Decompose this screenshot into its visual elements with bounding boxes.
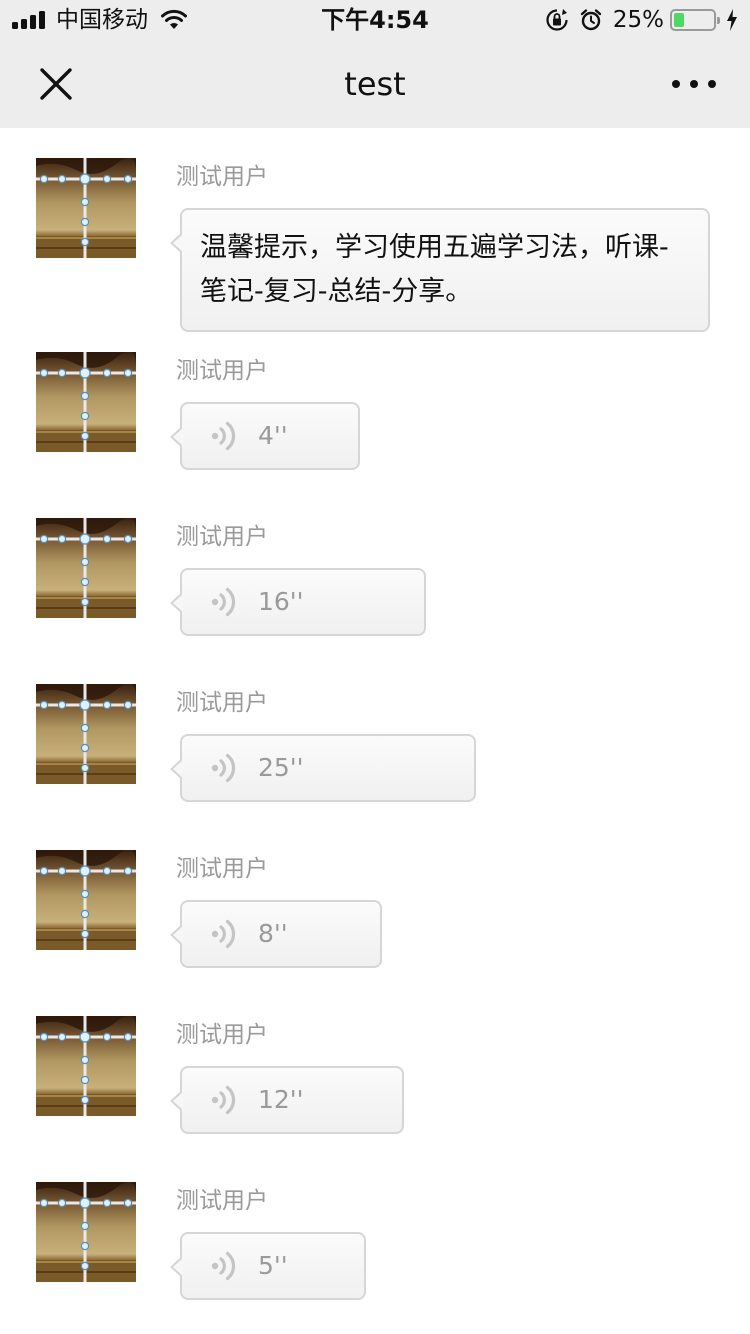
- sender-name: 测试用户: [176, 1022, 268, 1048]
- sender-name: 测试用户: [176, 164, 268, 190]
- sender-name: 测试用户: [176, 1188, 268, 1214]
- sender-name: 测试用户: [176, 856, 268, 882]
- nav-bar: test: [0, 40, 750, 128]
- battery-percent: 25%: [612, 7, 664, 33]
- voice-message-bubble[interactable]: 5'': [170, 1232, 366, 1300]
- voice-message-bubble[interactable]: 12'': [170, 1066, 404, 1134]
- avatar[interactable]: [36, 158, 136, 258]
- voice-duration: 16'': [258, 587, 304, 616]
- alarm-icon: [580, 9, 602, 31]
- rotation-lock-icon: [546, 9, 568, 31]
- page-title: test: [344, 65, 406, 103]
- avatar[interactable]: [36, 1016, 136, 1116]
- avatar[interactable]: [36, 850, 136, 950]
- voice-icon: [210, 585, 240, 619]
- sender-name: 测试用户: [176, 358, 268, 384]
- voice-icon: [210, 1249, 240, 1283]
- voice-message-bubble[interactable]: 25'': [170, 734, 476, 802]
- battery-fill: [674, 13, 684, 27]
- voice-duration: 4'': [258, 421, 288, 450]
- voice-icon: [210, 751, 240, 785]
- avatar[interactable]: [36, 352, 136, 452]
- status-bar: 中国移动 下午4:54 25%: [0, 0, 750, 40]
- voice-message-bubble[interactable]: 16'': [170, 568, 426, 636]
- avatar[interactable]: [36, 684, 136, 784]
- more-icon[interactable]: [672, 74, 716, 94]
- sender-name: 测试用户: [176, 524, 268, 550]
- text-message-bubble[interactable]: 温馨提示，学习使用五遍学习法，听课-笔记-复习-总结-分享。: [170, 208, 710, 332]
- avatar[interactable]: [36, 518, 136, 618]
- voice-duration: 25'': [258, 753, 304, 782]
- voice-duration: 12'': [258, 1085, 304, 1114]
- voice-icon: [210, 917, 240, 951]
- voice-message-bubble[interactable]: 4'': [170, 402, 360, 470]
- voice-duration: 5'': [258, 1251, 288, 1280]
- avatar[interactable]: [36, 1182, 136, 1282]
- battery-icon: [670, 9, 720, 31]
- voice-duration: 8'': [258, 919, 288, 948]
- voice-icon: [210, 419, 240, 453]
- voice-icon: [210, 1083, 240, 1117]
- voice-message-bubble[interactable]: 8'': [170, 900, 382, 968]
- status-right: 25%: [545, 6, 738, 34]
- sender-name: 测试用户: [176, 690, 268, 716]
- charging-icon: [727, 9, 737, 31]
- message-text: 温馨提示，学习使用五遍学习法，听课-笔记-复习-总结-分享。: [200, 232, 669, 307]
